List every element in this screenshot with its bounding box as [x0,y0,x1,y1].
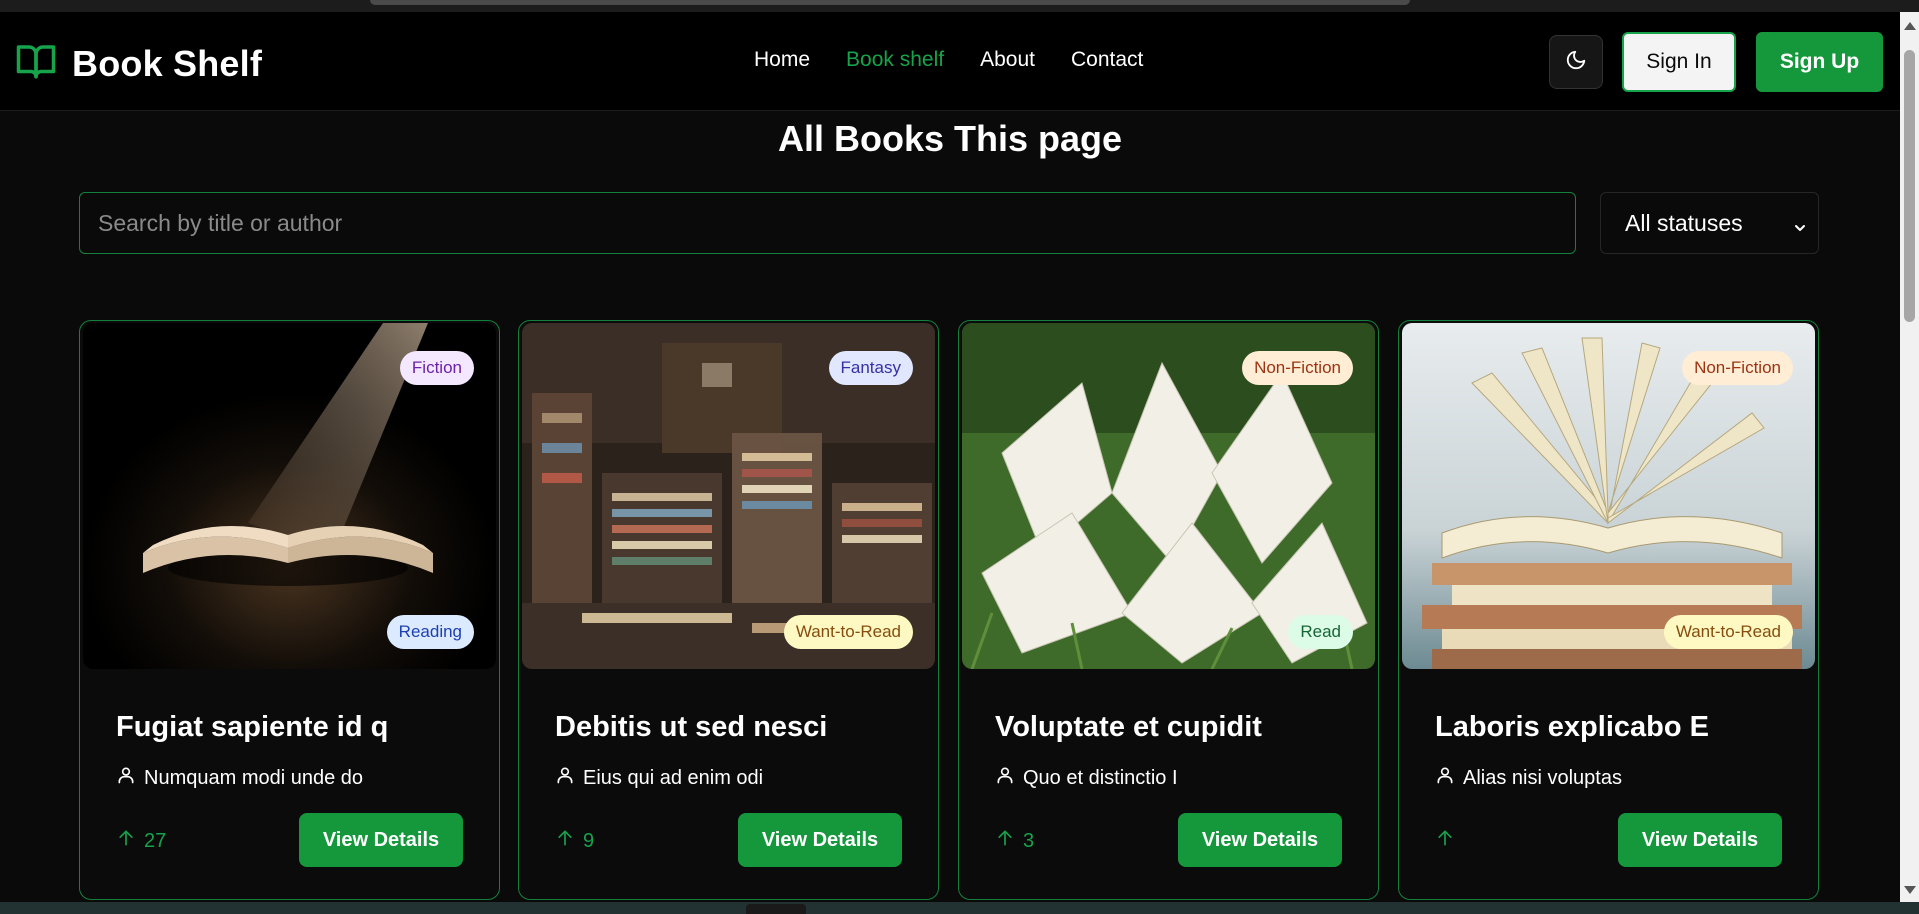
book-author: Eius qui ad enim odi [555,765,763,791]
book-title: Fugiat sapiente id q [116,711,389,743]
page-scrollbar[interactable] [1900,12,1919,902]
nav-links: Home Book shelf About Contact [754,48,1179,72]
view-details-button[interactable]: View Details [738,813,902,867]
user-icon [555,765,575,791]
page-title: All Books This page [777,118,1123,159]
arrow-up-icon [116,828,136,854]
view-details-button[interactable]: View Details [1178,813,1342,867]
upvote-count[interactable] [1435,828,1463,854]
book-author: Quo et distinctio I [995,765,1178,791]
arrow-up-icon [1435,828,1455,854]
upvote-value: 9 [583,829,595,852]
open-book-icon [14,40,58,87]
search-input[interactable] [79,192,1576,254]
book-author-name: Alias nisi voluptas [1463,766,1622,789]
arrow-up-icon [555,828,575,854]
chevron-down-icon [1792,215,1808,242]
book-title: Voluptate et cupidit [995,711,1262,743]
view-details-button[interactable]: View Details [1618,813,1782,867]
book-cover-image: Fiction Reading [83,323,496,669]
navbar: Book Shelf Home Book shelf About Contact… [0,12,1900,111]
nav-link-home[interactable]: Home [754,48,810,72]
genre-badge: Non-Fiction [1242,351,1353,385]
status-badge: Read [1288,615,1353,649]
nav-link-book-shelf[interactable]: Book shelf [846,48,944,72]
scrollbar-thumb[interactable] [1904,50,1915,322]
genre-badge: Fiction [399,351,474,385]
view-details-button[interactable]: View Details [299,813,463,867]
user-icon [995,765,1015,791]
arrow-up-icon [995,828,1015,854]
upvote-value: 3 [1023,829,1035,852]
book-cover-image: Non-Fiction Read [962,323,1375,669]
book-author-name: Quo et distinctio I [1023,766,1178,789]
genre-badge: Fantasy [828,351,913,385]
upvote-count[interactable]: 27 [116,828,166,854]
taskbar-tab [746,904,806,914]
window-handle [370,0,1410,5]
book-card: Fiction Reading Fugiat sapiente id q Num… [79,320,500,900]
sign-in-button[interactable]: Sign In [1622,32,1736,92]
book-cover-image: Fantasy Want-to-Read [522,323,935,669]
brand[interactable]: Book Shelf [14,40,262,87]
status-select[interactable]: All statuses [1600,192,1819,254]
upvote-count[interactable]: 9 [555,828,594,854]
theme-toggle-button[interactable] [1549,35,1603,89]
moon-icon [1565,49,1587,76]
upvote-count[interactable]: 3 [995,828,1034,854]
book-title: Debitis ut sed nesci [555,711,828,743]
sign-up-button[interactable]: Sign Up [1756,32,1883,92]
user-icon [1435,765,1455,791]
nav-link-about[interactable]: About [980,48,1035,72]
brand-title: Book Shelf [72,42,263,84]
user-icon [116,765,136,791]
upvote-value: 27 [144,829,167,852]
book-card: Non-Fiction Read Voluptate et cupidit Qu… [958,320,1379,900]
status-badge: Reading [386,615,474,649]
book-author: Numquam modi unde do [116,765,363,791]
book-title: Laboris explicabo E [1435,711,1709,743]
book-author: Alias nisi voluptas [1435,765,1622,791]
nav-link-contact[interactable]: Contact [1071,48,1143,72]
scroll-up-arrow-icon[interactable] [1904,22,1916,30]
book-cover-image: Non-Fiction Want-to-Read [1402,323,1815,669]
book-card: Non-Fiction Want-to-Read Laboris explica… [1398,320,1819,900]
status-badge: Want-to-Read [783,615,913,649]
book-card: Fantasy Want-to-Read Debitis ut sed nesc… [518,320,939,900]
taskbar-strip [0,902,1919,914]
genre-badge: Non-Fiction [1682,351,1793,385]
book-author-name: Eius qui ad enim odi [583,766,764,789]
status-select-value: All statuses [1625,209,1743,236]
browser-top-strip [0,0,1919,12]
scroll-down-arrow-icon[interactable] [1904,886,1916,894]
status-badge: Want-to-Read [1663,615,1793,649]
book-author-name: Numquam modi unde do [144,766,364,789]
